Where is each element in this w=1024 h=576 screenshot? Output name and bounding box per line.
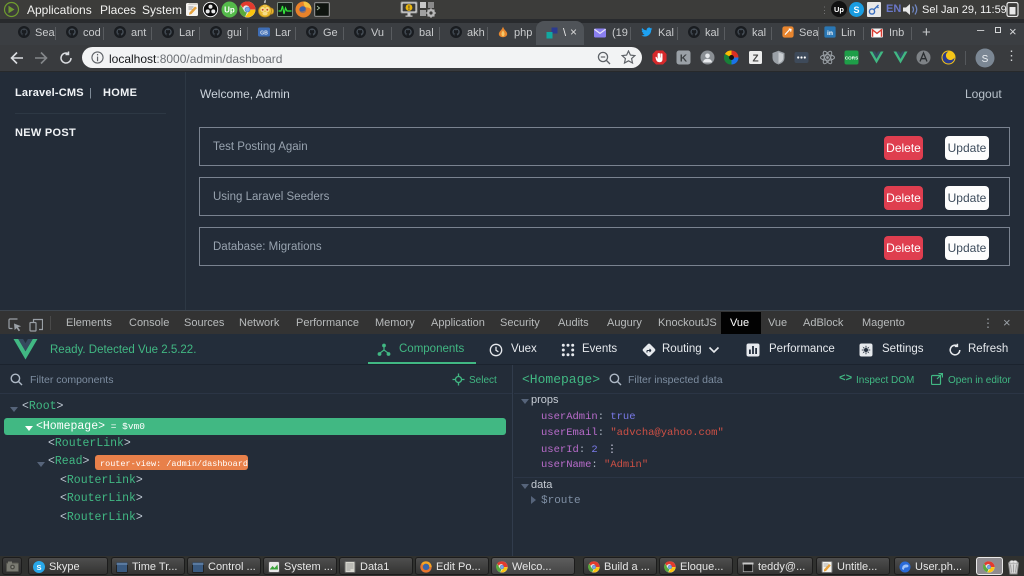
svg-text:in: in (827, 30, 833, 37)
svg-text:K: K (680, 54, 688, 65)
svg-text:GB: GB (260, 31, 268, 37)
svg-text:Z: Z (752, 54, 758, 65)
svg-text:Up: Up (224, 6, 235, 15)
svg-text:Up: Up (834, 5, 844, 14)
svg-text:!: ! (408, 5, 410, 12)
svg-text:S: S (853, 5, 859, 15)
svg-text:S: S (982, 54, 989, 65)
svg-text:S: S (36, 563, 41, 572)
svg-text:CORS: CORS (845, 56, 858, 61)
